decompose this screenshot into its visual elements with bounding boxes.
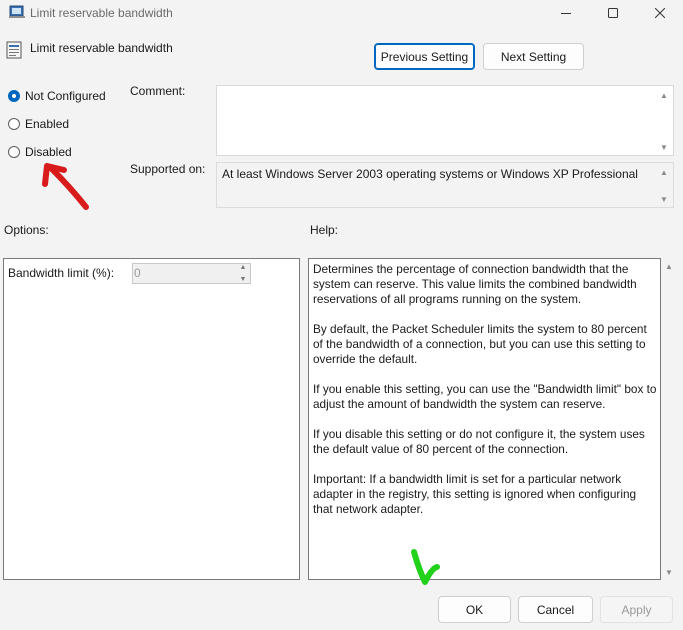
minimize-icon <box>561 13 571 14</box>
bandwidth-limit-value: 0 <box>134 266 141 280</box>
red-arrow-icon <box>42 163 89 210</box>
radio-label-enabled: Enabled <box>25 117 70 131</box>
help-paragraph: If you enable this setting, you can use … <box>313 382 657 411</box>
supported-on-value: At least Windows Server 2003 operating s… <box>222 167 638 181</box>
cancel-button[interactable]: Cancel <box>518 596 593 623</box>
supported-on-label: Supported on: <box>130 162 206 176</box>
help-paragraph: By default, the Packet Scheduler limits … <box>313 322 647 366</box>
comment-textarea[interactable] <box>216 85 674 156</box>
radio-unselected-icon <box>8 146 20 158</box>
minimize-button[interactable] <box>543 0 589 26</box>
supported-scroll-up-icon[interactable]: ▲ <box>659 168 669 178</box>
supported-scroll-down-icon[interactable]: ▼ <box>659 195 669 205</box>
help-text: Determines the percentage of connection … <box>313 262 658 532</box>
spin-down-icon[interactable]: ▼ <box>240 276 247 283</box>
spin-up-icon[interactable]: ▲ <box>240 264 247 271</box>
help-paragraph: Determines the percentage of connection … <box>313 262 637 306</box>
next-setting-button[interactable]: Next Setting <box>483 43 584 70</box>
options-panel <box>3 258 300 580</box>
window-title: Limit reservable bandwidth <box>30 6 173 20</box>
radio-enabled[interactable]: Enabled <box>8 117 69 131</box>
bandwidth-limit-spinbox[interactable] <box>132 263 251 284</box>
comment-scroll-down-icon[interactable]: ▼ <box>659 143 669 153</box>
radio-disabled[interactable]: Disabled <box>8 145 72 159</box>
policy-window-icon <box>9 5 25 18</box>
help-paragraph: If you disable this setting or do not co… <box>313 427 645 456</box>
apply-button[interactable]: Apply <box>600 596 673 623</box>
policy-name: Limit reservable bandwidth <box>30 41 173 55</box>
bandwidth-limit-label: Bandwidth limit (%): <box>8 266 115 280</box>
help-scroll-up-icon[interactable]: ▲ <box>664 262 674 272</box>
comment-label: Comment: <box>130 84 186 98</box>
close-button[interactable] <box>637 0 683 26</box>
help-paragraph: Important: If a bandwidth limit is set f… <box>313 472 637 516</box>
radio-label-not-configured: Not Configured <box>25 89 106 103</box>
previous-setting-button[interactable]: Previous Setting <box>374 43 475 70</box>
close-icon <box>655 8 665 18</box>
maximize-button[interactable] <box>590 0 636 26</box>
help-scroll-down-icon[interactable]: ▼ <box>664 568 674 578</box>
maximize-icon <box>608 8 618 18</box>
help-label: Help: <box>310 223 339 237</box>
bandwidth-spin-buttons[interactable]: ▲ ▼ <box>236 264 250 283</box>
options-label: Options: <box>4 223 49 237</box>
policy-setting-icon <box>6 41 22 59</box>
radio-not-configured[interactable]: Not Configured <box>8 89 106 103</box>
comment-scroll-up-icon[interactable]: ▲ <box>659 91 669 101</box>
radio-selected-icon <box>8 90 20 102</box>
radio-unselected-icon <box>8 118 20 130</box>
ok-button[interactable]: OK <box>438 596 511 623</box>
radio-label-disabled: Disabled <box>25 145 72 159</box>
